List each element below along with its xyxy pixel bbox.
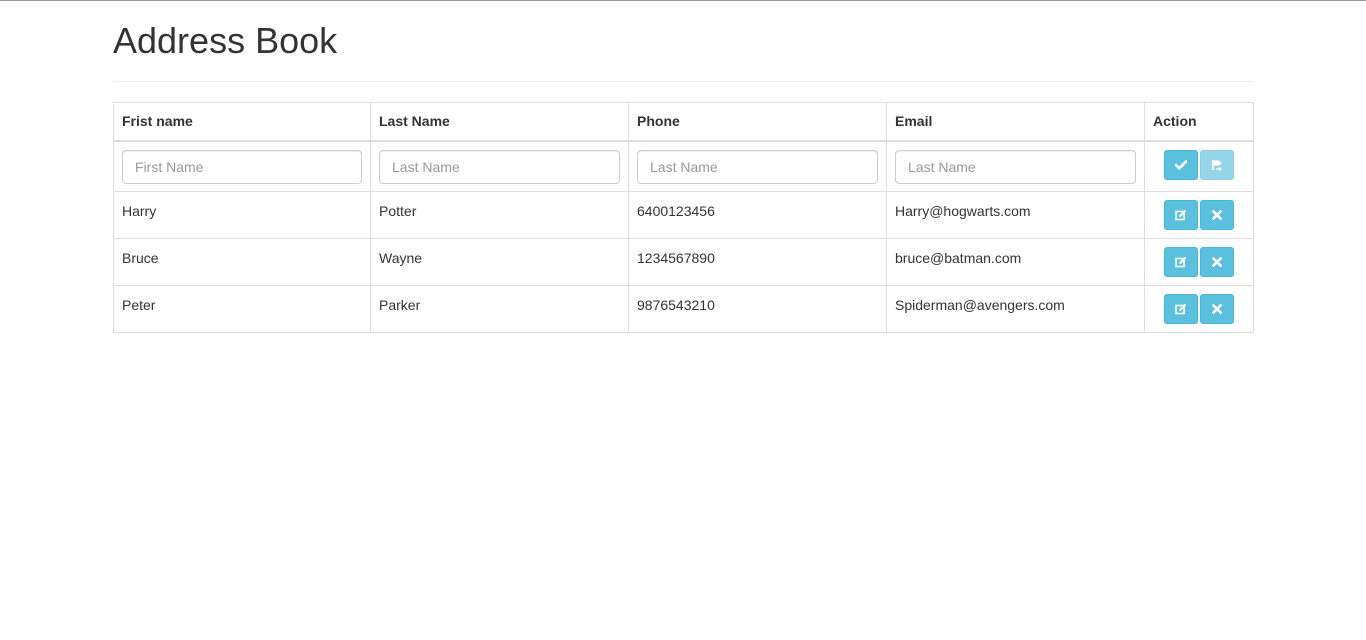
edit-button[interactable] [1164, 247, 1198, 277]
phone-input[interactable] [637, 149, 878, 184]
edit-icon [1175, 256, 1187, 268]
header-last-name: Last Name [370, 102, 629, 142]
first-name-cell: Peter [113, 285, 371, 333]
table-header-row: Frist name Last Name Phone Email Action [113, 102, 1254, 142]
email-cell: Harry@hogwarts.com [886, 191, 1145, 239]
new-first-name-cell [113, 140, 371, 192]
new-action-cell [1144, 140, 1254, 192]
delete-button[interactable] [1200, 294, 1234, 324]
last-name-input[interactable] [379, 149, 620, 184]
row-action-cell [1144, 285, 1254, 333]
remove-icon [1212, 210, 1222, 220]
header-email: Email [886, 102, 1145, 142]
new-email-cell [886, 140, 1145, 192]
header-phone: Phone [628, 102, 887, 142]
edit-icon [1175, 209, 1187, 221]
last-name-cell: Wayne [370, 238, 629, 286]
first-name-input[interactable] [122, 149, 362, 184]
check-icon [1175, 159, 1187, 170]
edit-button[interactable] [1164, 200, 1198, 230]
remove-icon [1212, 257, 1222, 267]
flag-icon [1212, 159, 1222, 171]
phone-cell: 9876543210 [628, 285, 887, 333]
delete-button[interactable] [1200, 200, 1234, 230]
table-row: Harry Potter 6400123456 Harry@hogwarts.c… [113, 191, 1254, 239]
top-border [0, 0, 1366, 1]
email-input[interactable] [895, 149, 1136, 184]
header-first-name: Frist name [113, 102, 371, 142]
title-divider [113, 81, 1253, 82]
table-row: Bruce Wayne 1234567890 bruce@batman.com [113, 238, 1254, 286]
remove-icon [1212, 304, 1222, 314]
page-title: Address Book [113, 20, 338, 61]
new-last-name-cell [370, 140, 629, 192]
delete-button[interactable] [1200, 247, 1234, 277]
row-action-cell [1144, 238, 1254, 286]
phone-cell: 1234567890 [628, 238, 887, 286]
new-contact-row [113, 140, 1254, 192]
last-name-cell: Parker [370, 285, 629, 333]
phone-cell: 6400123456 [628, 191, 887, 239]
table-row: Peter Parker 9876543210 Spiderman@avenge… [113, 285, 1254, 333]
new-phone-cell [628, 140, 887, 192]
row-action-cell [1144, 191, 1254, 239]
email-cell: bruce@batman.com [886, 238, 1145, 286]
edit-icon [1175, 303, 1187, 315]
first-name-cell: Harry [113, 191, 371, 239]
reset-contact-button[interactable] [1200, 149, 1234, 180]
edit-button[interactable] [1164, 294, 1198, 324]
last-name-cell: Potter [370, 191, 629, 239]
header-action: Action [1144, 102, 1254, 142]
save-contact-button[interactable] [1164, 149, 1198, 180]
contacts-table: Frist name Last Name Phone Email Action [113, 102, 1254, 333]
first-name-cell: Bruce [113, 238, 371, 286]
email-cell: Spiderman@avengers.com [886, 285, 1145, 333]
